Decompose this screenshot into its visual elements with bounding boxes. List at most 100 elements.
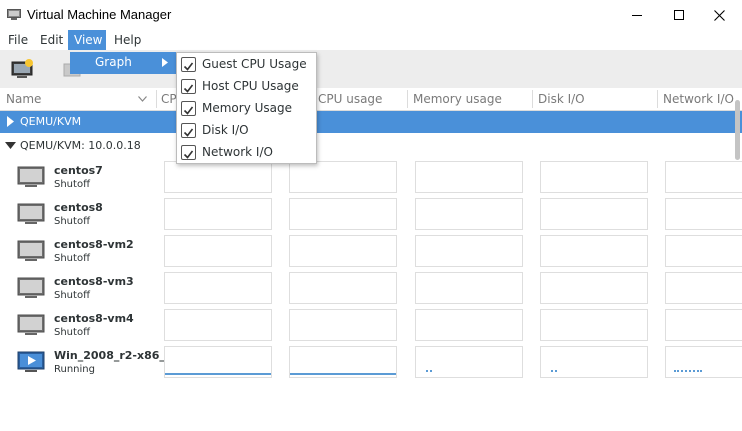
- submenu-item-label: Host CPU Usage: [202, 79, 299, 93]
- menu-help[interactable]: Help: [110, 30, 145, 50]
- graph-submenu: Guest CPU Usage Host CPU Usage Memory Us…: [176, 52, 317, 164]
- sort-chevron-down-icon[interactable]: [138, 96, 147, 102]
- minimize-icon: [632, 14, 642, 16]
- usage-graph-cell: [164, 309, 272, 341]
- usage-graph-cell: [164, 235, 272, 267]
- submenu-item-label: Guest CPU Usage: [202, 57, 307, 71]
- vm-name[interactable]: centos8-vm2: [54, 238, 134, 251]
- column-separator: [657, 90, 658, 108]
- submenu-item-host-cpu[interactable]: Host CPU Usage: [177, 75, 316, 97]
- vm-status: Running: [54, 364, 95, 375]
- vm-shutoff-icon: [17, 277, 45, 298]
- submenu-item-memory[interactable]: Memory Usage: [177, 97, 316, 119]
- checkbox-checked-icon[interactable]: [181, 101, 196, 116]
- graph-menu-label: Graph: [95, 55, 132, 69]
- new-vm-icon: [11, 59, 33, 78]
- connection-row-selected[interactable]: [0, 111, 742, 133]
- usage-graph-cell: [164, 198, 272, 230]
- usage-graph-cell: [665, 309, 742, 341]
- usage-graph-cell: [415, 235, 523, 267]
- vm-shutoff-icon: [17, 240, 45, 261]
- usage-graph-cell: [665, 235, 742, 267]
- usage-graph-cell: [289, 235, 397, 267]
- vm-shutoff-icon: [17, 203, 45, 224]
- vm-status: Shutoff: [54, 327, 90, 338]
- column-disk[interactable]: Disk I/O: [538, 88, 585, 110]
- usage-graph-cell: [415, 272, 523, 304]
- menu-view[interactable]: View: [70, 30, 106, 50]
- vm-status: Shutoff: [54, 253, 90, 264]
- close-icon: [713, 9, 725, 21]
- vm-status: Shutoff: [54, 179, 90, 190]
- vm-status: Shutoff: [54, 216, 90, 227]
- usage-graph-cell: [164, 346, 272, 378]
- menu-edit[interactable]: Edit: [36, 30, 67, 50]
- vm-name[interactable]: centos8: [54, 201, 103, 214]
- menu-file[interactable]: File: [4, 30, 32, 50]
- vm-shutoff-icon: [17, 314, 45, 335]
- column-name[interactable]: Name: [6, 88, 41, 110]
- usage-graph-cell: [289, 346, 397, 378]
- usage-graph-cell: [665, 161, 742, 193]
- app-monitor-icon: [7, 9, 21, 20]
- close-button[interactable]: [696, 0, 742, 30]
- usage-graph-cell: [540, 309, 648, 341]
- view-menu-item-graph[interactable]: Graph: [70, 52, 180, 74]
- submenu-item-network-io[interactable]: Network I/O: [177, 141, 316, 163]
- column-separator: [156, 90, 157, 108]
- expander-down-icon[interactable]: [5, 142, 16, 149]
- submenu-item-label: Memory Usage: [202, 101, 293, 115]
- column-cpu-usage[interactable]: CPU usage: [318, 88, 382, 110]
- submenu-item-label: Network I/O: [202, 145, 273, 159]
- usage-graph-cell: [289, 309, 397, 341]
- usage-graph-cell: [289, 198, 397, 230]
- checkbox-checked-icon[interactable]: [181, 123, 196, 138]
- usage-graph-cell: [415, 309, 523, 341]
- connection-label[interactable]: QEMU/KVM: 10.0.0.18: [20, 139, 141, 152]
- submenu-item-guest-cpu[interactable]: Guest CPU Usage: [177, 53, 316, 75]
- usage-graph-line: [674, 370, 702, 375]
- usage-graph-cell: [415, 346, 523, 378]
- usage-graph-cell: [540, 272, 648, 304]
- column-guest-cpu[interactable]: CP: [161, 88, 177, 110]
- vm-name[interactable]: centos8-vm4: [54, 312, 134, 325]
- usage-graph-cell: [665, 346, 742, 378]
- minimize-button[interactable]: [614, 0, 660, 30]
- vm-shutoff-icon: [17, 166, 45, 187]
- submenu-arrow-icon: [162, 58, 168, 67]
- checkbox-checked-icon[interactable]: [181, 145, 196, 160]
- checkbox-checked-icon[interactable]: [181, 79, 196, 94]
- checkbox-checked-icon[interactable]: [181, 57, 196, 72]
- vertical-scrollbar[interactable]: [735, 100, 740, 160]
- usage-graph-cell: [164, 272, 272, 304]
- vm-name[interactable]: centos7: [54, 164, 103, 177]
- maximize-icon: [674, 10, 684, 20]
- usage-graph-cell: [289, 272, 397, 304]
- column-separator: [407, 90, 408, 108]
- usage-graph-cell: [164, 161, 272, 193]
- connection-label: QEMU/KVM: [20, 115, 82, 128]
- usage-graph-cell: [540, 161, 648, 193]
- expander-right-icon[interactable]: [7, 116, 14, 127]
- window-title: Virtual Machine Manager: [27, 7, 172, 22]
- submenu-item-disk-io[interactable]: Disk I/O: [177, 119, 316, 141]
- usage-graph-cell: [415, 198, 523, 230]
- column-memory[interactable]: Memory usage: [413, 88, 502, 110]
- column-separator: [532, 90, 533, 108]
- vm-name[interactable]: centos8-vm3: [54, 275, 134, 288]
- usage-graph-cell: [540, 346, 648, 378]
- new-vm-button[interactable]: [8, 56, 36, 82]
- usage-graph-cell: [415, 161, 523, 193]
- column-network[interactable]: Network I/O: [663, 88, 734, 110]
- usage-graph-cell: [540, 198, 648, 230]
- vm-running-icon: [17, 351, 45, 372]
- usage-graph-cell: [665, 198, 742, 230]
- vm-name[interactable]: Win_2008_r2-x86_64: [54, 349, 180, 362]
- usage-graph-cell: [665, 272, 742, 304]
- usage-graph-line: [165, 373, 271, 375]
- submenu-item-label: Disk I/O: [202, 123, 249, 137]
- usage-graph-line: [551, 370, 557, 375]
- usage-graph-cell: [540, 235, 648, 267]
- vm-status: Shutoff: [54, 290, 90, 301]
- usage-graph-line: [290, 373, 396, 375]
